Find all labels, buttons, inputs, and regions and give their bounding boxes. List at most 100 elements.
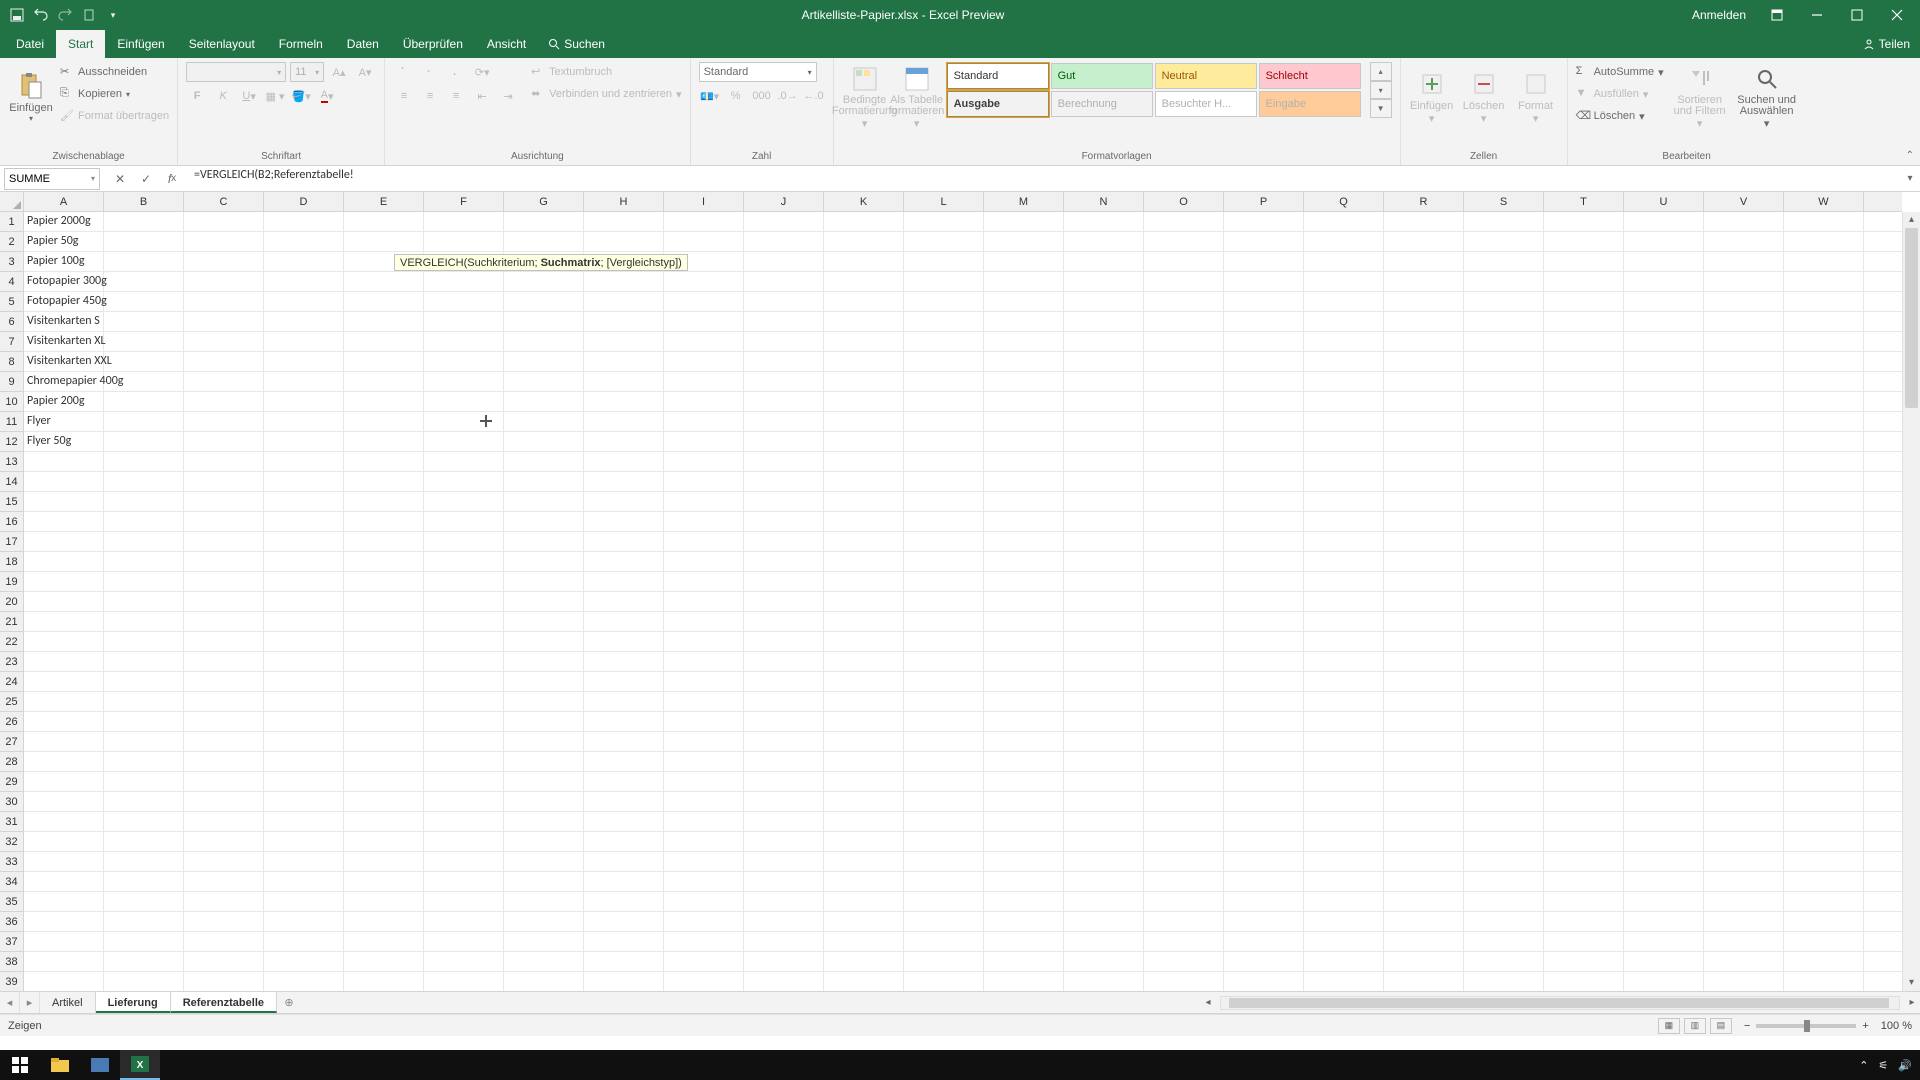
cell[interactable] xyxy=(264,452,344,471)
row-header[interactable]: 37 xyxy=(0,932,23,952)
cell[interactable] xyxy=(1064,472,1144,491)
cell[interactable] xyxy=(1784,972,1864,991)
accounting-format-icon[interactable]: 💶▾ xyxy=(699,86,721,106)
cell[interactable] xyxy=(184,852,264,871)
cell[interactable] xyxy=(584,512,664,531)
cell[interactable] xyxy=(584,812,664,831)
cell[interactable] xyxy=(584,752,664,771)
cell[interactable] xyxy=(424,792,504,811)
row-header[interactable]: 6 xyxy=(0,312,23,332)
collapse-ribbon-icon[interactable]: ⌃ xyxy=(1906,150,1914,161)
cell[interactable] xyxy=(504,472,584,491)
row-header[interactable]: 22 xyxy=(0,632,23,652)
cell[interactable] xyxy=(1784,932,1864,951)
cell[interactable] xyxy=(824,972,904,991)
cell[interactable] xyxy=(1544,972,1624,991)
cell[interactable] xyxy=(1064,292,1144,311)
cell[interactable] xyxy=(1384,232,1464,251)
styles-more-icon[interactable]: ▼ xyxy=(1370,99,1392,118)
cell[interactable] xyxy=(1064,632,1144,651)
tell-me-search[interactable]: Suchen xyxy=(548,37,605,51)
cell[interactable] xyxy=(1224,212,1304,231)
cell[interactable] xyxy=(264,952,344,971)
cell[interactable] xyxy=(1464,232,1544,251)
cell[interactable] xyxy=(344,572,424,591)
cell[interactable] xyxy=(1624,872,1704,891)
cell[interactable] xyxy=(1704,672,1784,691)
cell[interactable] xyxy=(584,212,664,231)
column-header[interactable]: V xyxy=(1704,192,1784,211)
cell[interactable] xyxy=(584,972,664,991)
cell[interactable] xyxy=(1144,852,1224,871)
cell[interactable] xyxy=(1464,212,1544,231)
cell[interactable] xyxy=(24,512,104,531)
close-icon[interactable] xyxy=(1880,0,1914,30)
cell[interactable] xyxy=(744,612,824,631)
cell[interactable] xyxy=(1144,472,1224,491)
cell[interactable] xyxy=(344,732,424,751)
cell[interactable] xyxy=(904,412,984,431)
cell[interactable] xyxy=(664,312,744,331)
cell[interactable] xyxy=(1384,652,1464,671)
cell[interactable] xyxy=(984,772,1064,791)
cell[interactable] xyxy=(1224,752,1304,771)
cell[interactable] xyxy=(424,332,504,351)
cell[interactable] xyxy=(664,552,744,571)
cell[interactable] xyxy=(904,952,984,971)
page-break-view-icon[interactable]: ▤ xyxy=(1710,1018,1732,1034)
cell[interactable] xyxy=(424,432,504,451)
cell[interactable] xyxy=(1384,412,1464,431)
row-header[interactable]: 25 xyxy=(0,692,23,712)
cell[interactable] xyxy=(424,212,504,231)
cell[interactable] xyxy=(184,612,264,631)
cell[interactable] xyxy=(1704,332,1784,351)
cell[interactable] xyxy=(904,812,984,831)
cell[interactable] xyxy=(264,292,344,311)
cell[interactable] xyxy=(104,532,184,551)
cell[interactable] xyxy=(1544,432,1624,451)
cell[interactable] xyxy=(1144,752,1224,771)
row-header[interactable]: 19 xyxy=(0,572,23,592)
cell[interactable] xyxy=(1464,372,1544,391)
cell[interactable] xyxy=(1224,432,1304,451)
cell[interactable] xyxy=(1704,472,1784,491)
cell[interactable] xyxy=(1304,872,1384,891)
cell[interactable] xyxy=(1544,632,1624,651)
cell[interactable] xyxy=(664,492,744,511)
cell[interactable] xyxy=(24,852,104,871)
cell[interactable] xyxy=(1544,652,1624,671)
cell[interactable] xyxy=(184,632,264,651)
column-header[interactable]: H xyxy=(584,192,664,211)
cell[interactable] xyxy=(984,252,1064,271)
cell[interactable] xyxy=(1624,792,1704,811)
horizontal-scroll-thumb[interactable] xyxy=(1229,998,1889,1008)
cut-button[interactable]: ✂Ausschneiden xyxy=(60,62,169,82)
cell[interactable] xyxy=(104,712,184,731)
row-header[interactable]: 26 xyxy=(0,712,23,732)
cell[interactable] xyxy=(984,572,1064,591)
tab-formulas[interactable]: Formeln xyxy=(267,30,335,58)
cell[interactable] xyxy=(424,492,504,511)
row-header[interactable]: 16 xyxy=(0,512,23,532)
column-headers[interactable]: ABCDEFGHIJKLMNOPQRSTUVW xyxy=(24,192,1902,212)
cell[interactable] xyxy=(664,592,744,611)
row-header[interactable]: 18 xyxy=(0,552,23,572)
cell[interactable] xyxy=(1064,452,1144,471)
row-header[interactable]: 4 xyxy=(0,272,23,292)
row-header[interactable]: 9 xyxy=(0,372,23,392)
cell[interactable] xyxy=(1784,852,1864,871)
cell[interactable] xyxy=(1624,892,1704,911)
enter-formula-icon[interactable]: ✓ xyxy=(134,168,158,190)
select-all-button[interactable] xyxy=(0,192,24,212)
wrap-text-button[interactable]: ↩Textumbruch xyxy=(531,62,681,82)
cell[interactable] xyxy=(584,312,664,331)
cell[interactable] xyxy=(1544,812,1624,831)
cell[interactable] xyxy=(904,832,984,851)
cell[interactable] xyxy=(584,532,664,551)
cell[interactable] xyxy=(504,552,584,571)
cell[interactable] xyxy=(344,352,424,371)
cell[interactable] xyxy=(344,632,424,651)
cell[interactable] xyxy=(1704,492,1784,511)
cell[interactable] xyxy=(504,732,584,751)
tab-data[interactable]: Daten xyxy=(335,30,391,58)
